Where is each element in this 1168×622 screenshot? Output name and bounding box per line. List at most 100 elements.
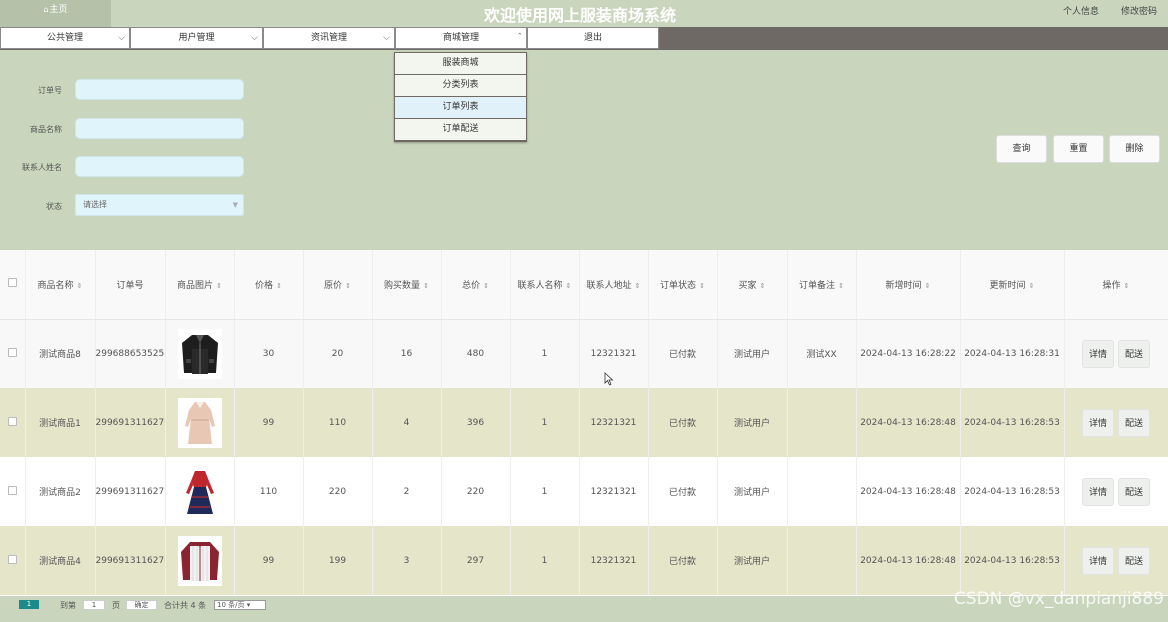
page-size-value: 10 条/页 — [217, 601, 245, 609]
row-checkbox[interactable] — [7, 485, 17, 495]
select-all-cell[interactable] — [0, 250, 26, 320]
column-header[interactable]: 联系人地址 ⇕ — [579, 250, 649, 320]
detail-button[interactable]: 详情 — [1082, 408, 1114, 437]
product-thumbnail — [177, 328, 222, 379]
detail-button[interactable]: 详情 — [1082, 546, 1114, 575]
page-size-select[interactable]: 10 条/页 ▾ — [214, 600, 266, 610]
contact-name-label: 联系人姓名 — [22, 163, 62, 172]
cell-actions: 详情 配送 — [1064, 319, 1168, 388]
sort-icon: ⇕ — [1028, 281, 1035, 290]
nav-item-label: 退出 — [583, 33, 602, 43]
deliver-button[interactable]: 配送 — [1118, 477, 1150, 506]
detail-button[interactable]: 详情 — [1082, 339, 1114, 368]
cell-quantity: 3 — [372, 526, 442, 595]
column-header[interactable]: 订单备注 ⇕ — [787, 250, 857, 320]
caret-down-icon: ▼ — [232, 201, 238, 209]
sort-icon: ⇕ — [699, 281, 705, 290]
cell-original-price: 199 — [303, 526, 373, 595]
reset-button[interactable]: 重置 — [1053, 135, 1104, 163]
status-label: 状态 — [46, 202, 62, 211]
row-select-cell[interactable] — [0, 319, 26, 388]
total-count: 合计共 4 条 — [164, 601, 207, 610]
column-header[interactable]: 操作 ⇕ — [1064, 250, 1168, 320]
cell-updated: 2024-04-13 16:28:53 — [960, 526, 1065, 595]
column-header-label: 联系人地址 — [586, 280, 632, 291]
home-tab[interactable]: ⌂主页 — [0, 0, 111, 27]
row-select-cell[interactable] — [0, 388, 26, 457]
product-name-input[interactable] — [75, 118, 244, 139]
top-bar: ⌂主页 欢迎使用网上服装商场系统 个人信息 修改密码 — [0, 0, 1168, 27]
nav-item-public[interactable]: 公共管理 ⌵ — [0, 27, 130, 49]
cell-actions: 详情 配送 — [1064, 388, 1168, 457]
sort-icon: ⇕ — [924, 281, 931, 290]
dropdown-item-order-list[interactable]: 订单列表 — [395, 97, 526, 119]
nav-item-users[interactable]: 用户管理 ⌵ — [130, 27, 263, 49]
sort-icon: ⇕ — [483, 281, 489, 290]
sort-icon: ⇕ — [838, 281, 844, 290]
cell-actions: 详情 配送 — [1064, 526, 1168, 595]
mall-dropdown-menu: 服装商城 分类列表 订单列表 订单配送 — [394, 52, 527, 142]
row-select-cell[interactable] — [0, 457, 26, 526]
column-header[interactable]: 商品名称 ⇕ — [25, 250, 96, 320]
column-header[interactable]: 更新时间 ⇕ — [960, 250, 1065, 320]
nav-item-label: 公共管理 — [46, 33, 83, 43]
dropdown-item-order-delivery[interactable]: 订单配送 — [395, 119, 526, 141]
deliver-button[interactable]: 配送 — [1118, 339, 1150, 368]
row-checkbox[interactable] — [7, 347, 17, 357]
deliver-button[interactable]: 配送 — [1118, 546, 1150, 575]
contact-name-input[interactable] — [75, 156, 244, 177]
column-header: 订单号 — [95, 250, 166, 320]
cell-product-image — [165, 388, 235, 457]
cell-address: 12321321 — [579, 388, 649, 457]
deliver-button[interactable]: 配送 — [1118, 408, 1150, 437]
dropdown-item-clothing-mall[interactable]: 服装商城 — [395, 53, 526, 75]
nav-item-mall[interactable]: 商城管理 ˆ — [395, 27, 527, 49]
product-name-label: 商品名称 — [30, 125, 62, 134]
row-checkbox[interactable] — [7, 416, 17, 426]
table-row: 测试商品4 2996913116276 99 199 3 297 1 12321321 已付款测… — [0, 526, 1168, 595]
column-header[interactable]: 订单状态 ⇕ — [648, 250, 718, 320]
chevron-down-icon: ⌵ — [251, 33, 258, 43]
cell-status: 已付款 — [648, 319, 718, 388]
goto-page-input[interactable]: 1 — [83, 600, 105, 610]
chevron-down-icon: ⌵ — [118, 33, 125, 43]
profile-link[interactable]: 个人信息 — [1063, 4, 1099, 17]
nav-item-logout[interactable]: 退出 — [527, 27, 659, 49]
column-header[interactable]: 商品图片 ⇕ — [165, 250, 235, 320]
cell-total: 297 — [441, 526, 511, 595]
nav-item-news[interactable]: 资讯管理 ⌵ — [263, 27, 395, 49]
select-all-checkbox[interactable] — [7, 278, 17, 288]
column-header[interactable]: 总价 ⇕ — [441, 250, 511, 320]
query-button[interactable]: 查询 — [996, 135, 1047, 163]
column-header[interactable]: 价格 ⇕ — [234, 250, 304, 320]
cell-address: 12321321 — [579, 526, 649, 595]
delete-button[interactable]: 删除 — [1109, 135, 1160, 163]
column-header[interactable]: 购买数量 ⇕ — [372, 250, 442, 320]
order-no-input[interactable] — [75, 79, 244, 100]
cell-original-price: 110 — [303, 388, 373, 457]
column-header[interactable]: 买家 ⇕ — [717, 250, 788, 320]
cell-product-image — [165, 457, 235, 526]
column-header[interactable]: 联系人名称 ⇕ — [510, 250, 580, 320]
column-header[interactable]: 新增时间 ⇕ — [856, 250, 961, 320]
sort-icon: ⇕ — [565, 281, 572, 290]
cell-quantity: 4 — [372, 388, 442, 457]
row-select-cell[interactable] — [0, 526, 26, 595]
dropdown-item-category-list[interactable]: 分类列表 — [395, 75, 526, 97]
status-select[interactable]: 请选择 ▼ — [75, 194, 244, 216]
cell-status: 已付款 — [648, 388, 718, 457]
column-header-label: 订单号 — [116, 280, 144, 291]
row-checkbox[interactable] — [7, 554, 17, 564]
detail-button[interactable]: 详情 — [1082, 477, 1114, 506]
goto-confirm-button[interactable]: 确定 — [126, 600, 157, 610]
column-header-label: 新增时间 — [885, 280, 922, 291]
column-header-label: 订单备注 — [799, 280, 836, 291]
cell-product-image — [165, 319, 235, 388]
change-password-link[interactable]: 修改密码 — [1121, 4, 1157, 17]
cell-total: 480 — [441, 319, 511, 388]
column-header[interactable]: 原价 ⇕ — [303, 250, 373, 320]
column-header-label: 联系人名称 — [517, 280, 563, 291]
current-page-button[interactable]: 1 — [19, 600, 39, 609]
cell-actions: 详情 配送 — [1064, 457, 1168, 526]
cell-total: 220 — [441, 457, 511, 526]
